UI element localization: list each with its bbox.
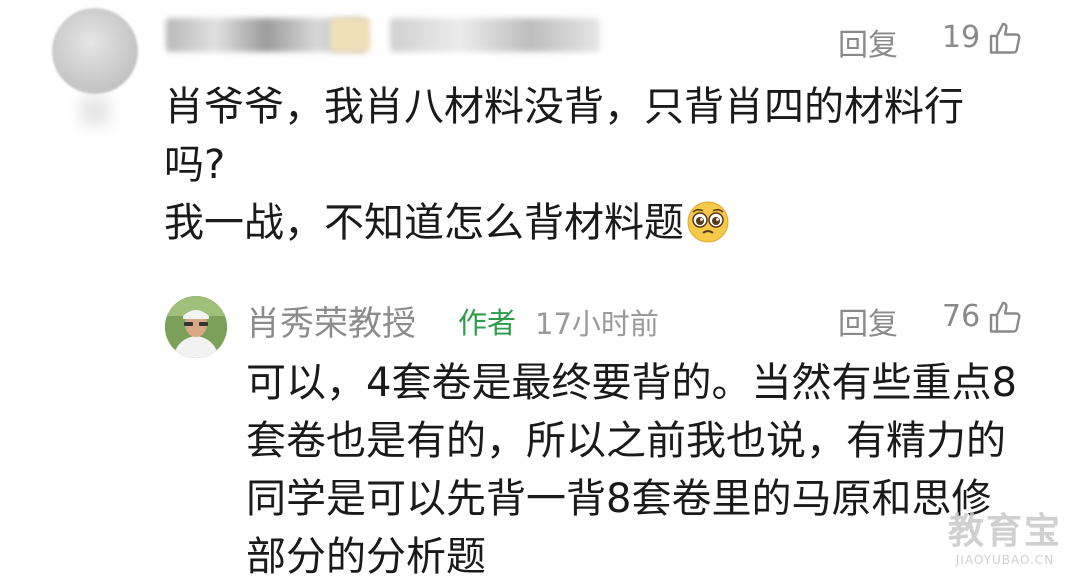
reply-line: 同学是可以先背一背8套卷里的马原和思修 — [246, 476, 992, 522]
comment-line: 我一战，不知道怎么背材料题 — [164, 194, 984, 252]
reply-like-count: 76 — [942, 299, 981, 334]
avatar-shadow — [80, 96, 110, 126]
watermark-sub: JIAOYUBAO.CN — [955, 553, 1055, 567]
author-avatar[interactable] — [165, 296, 227, 358]
watermark-main: 教育宝 — [947, 511, 1062, 552]
comment-like-count: 19 — [942, 20, 981, 55]
comment-reply-button[interactable]: 回复 — [838, 20, 898, 64]
comment-body: 肖爷爷，我肖八材料没背，只背肖四的材料行 吗? 我一战，不知道怎么背材料题 — [164, 78, 984, 252]
reply-reply-button[interactable]: 回复 — [838, 299, 898, 343]
reply-line: 套卷也是有的，所以之前我也说，有精力的 — [246, 418, 1006, 464]
author-badge: 作者 — [458, 306, 517, 340]
commenter-avatar[interactable] — [52, 8, 138, 94]
reply-line: 可以，4套卷是最终要背的。当然有些重点8 — [246, 360, 1017, 406]
comment-line: 肖爷爷，我肖八材料没背，只背肖四的材料行 — [164, 84, 964, 130]
thumb-up-icon[interactable] — [988, 21, 1024, 57]
comment-line: 吗? — [164, 142, 226, 188]
comment-line-text: 我一战，不知道怎么背材料题 — [164, 200, 684, 246]
reply-body: 可以，4套卷是最终要背的。当然有些重点8 套卷也是有的，所以之前我也说，有精力的… — [246, 354, 1036, 586]
author-name[interactable]: 肖秀荣教授 — [246, 296, 416, 345]
reply-line: 部分的分析题 — [246, 534, 486, 580]
pleading-face-icon — [687, 201, 729, 243]
commenter-badge-blurred — [330, 18, 370, 52]
commenter-meta-blurred — [390, 18, 600, 52]
watermark-logo: 教育宝 JIAOYUBAO.CN — [940, 512, 1070, 568]
thumb-up-icon[interactable] — [988, 300, 1024, 336]
reply-timestamp: 17小时前 — [535, 307, 659, 341]
